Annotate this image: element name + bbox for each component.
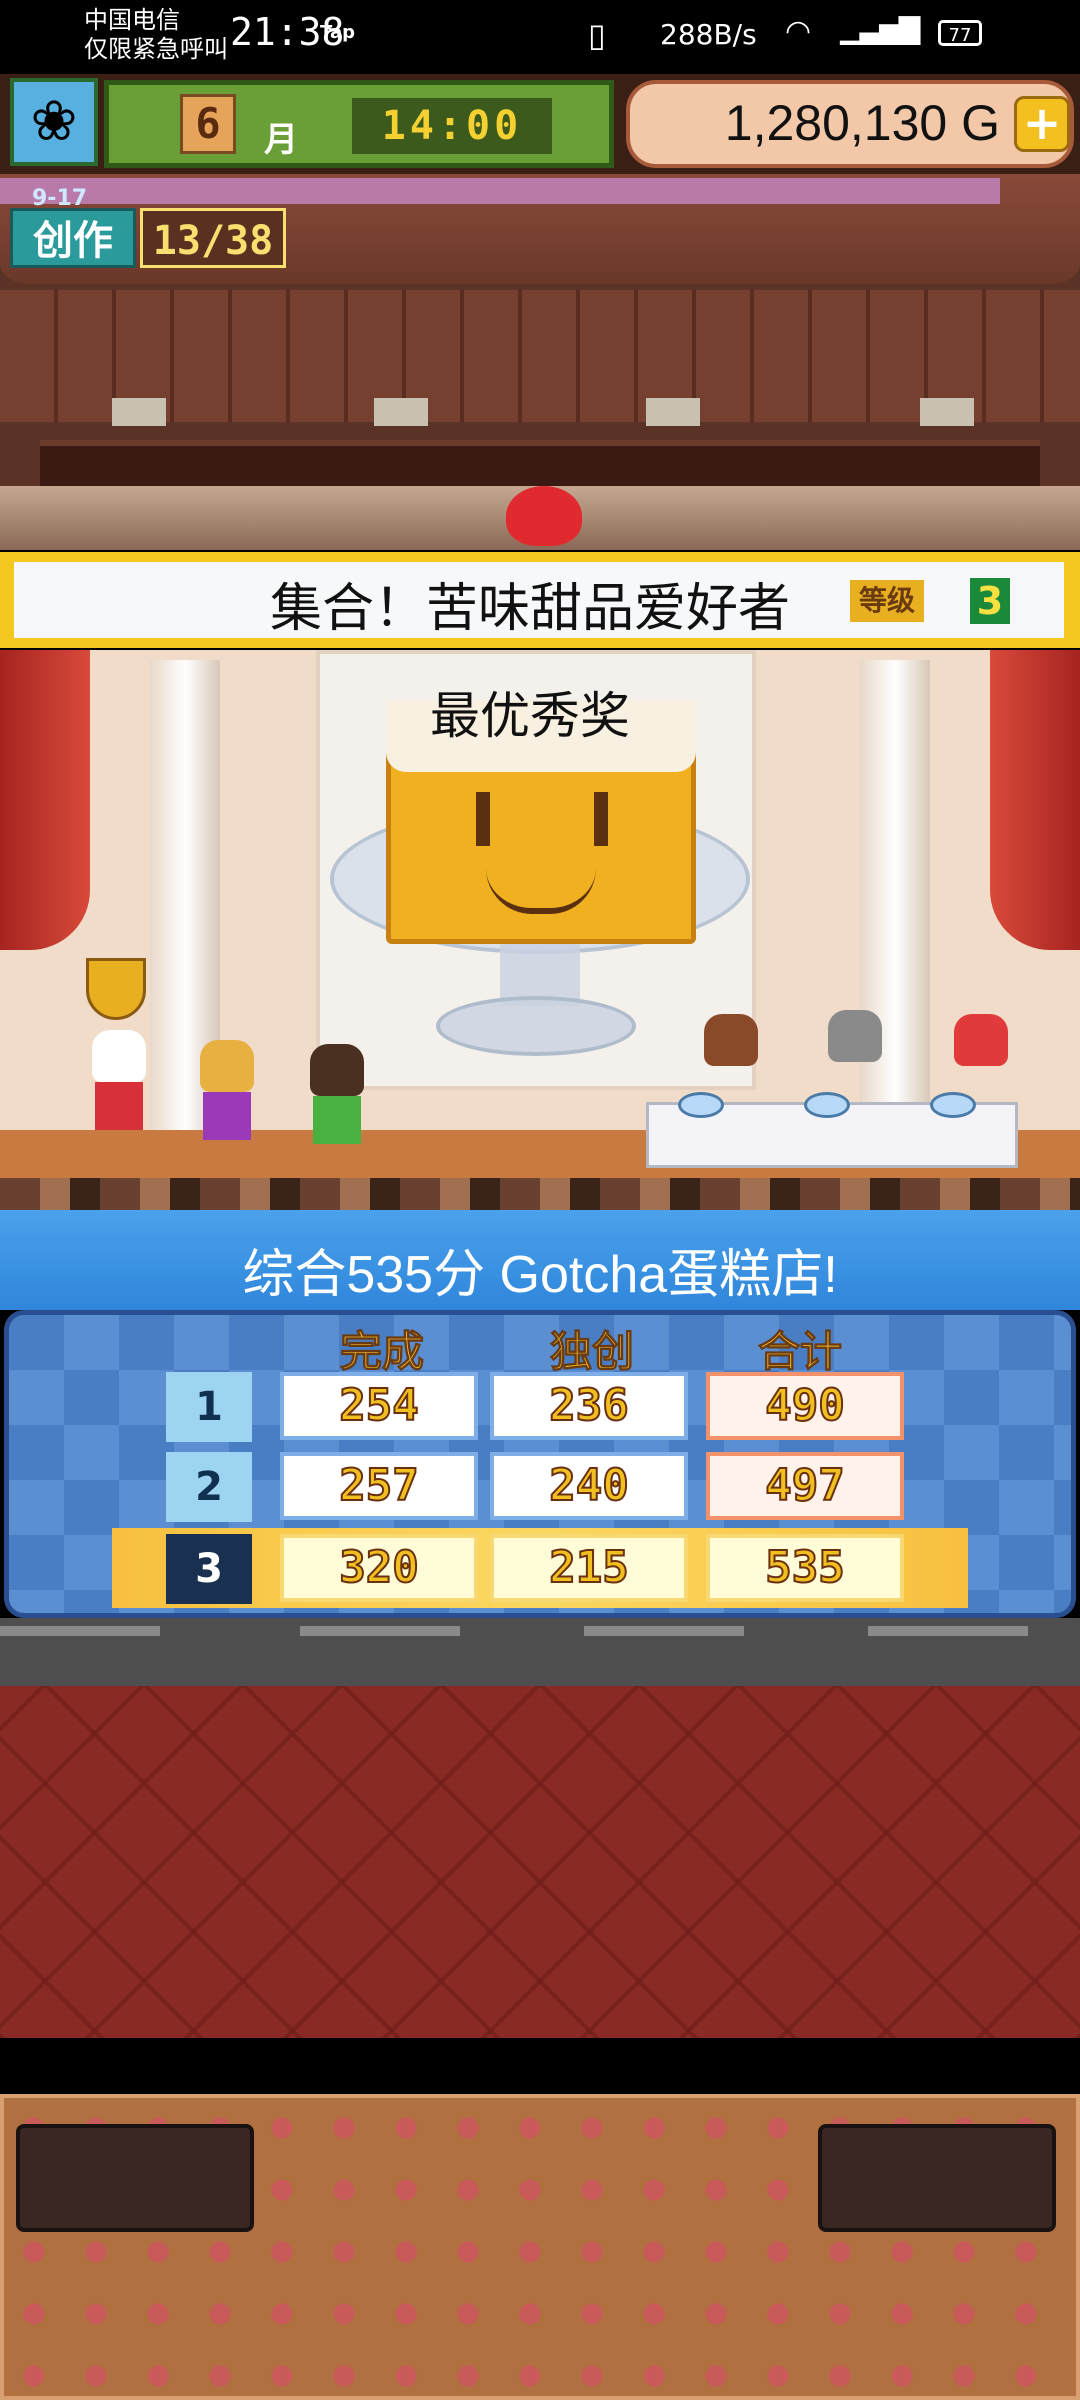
header-total: 合计 (757, 1327, 842, 1377)
carpet-floor (0, 1686, 1080, 2038)
chef-hat (92, 1030, 146, 1082)
judge-character (954, 1014, 1008, 1066)
level-label: 等级 (850, 580, 924, 622)
board-tick (0, 1626, 160, 1636)
score-completion: 320 (280, 1534, 478, 1602)
curtain-right (990, 650, 1080, 950)
tasting-plate (930, 1092, 976, 1118)
battery-icon: 77 (938, 20, 982, 46)
result-summary: 综合535分 Gotcha蛋糕店! (242, 1246, 838, 1304)
rank-number: 1 (166, 1372, 252, 1442)
level-value: 3 (970, 578, 1010, 624)
judge-head (828, 1010, 882, 1062)
staff-head (310, 1044, 364, 1096)
strawberry-decor (506, 486, 582, 546)
signal-icon: ▁▃▅▇ (840, 12, 920, 45)
screen-divider (0, 2038, 1080, 2094)
contest-title: 集合！苦味甜品爱好者 (270, 579, 791, 639)
sunflower-menu-icon[interactable]: ❀ (10, 78, 98, 166)
month-number: 6 (180, 94, 236, 154)
cake-eye (594, 792, 608, 846)
judge-character (704, 1014, 758, 1066)
board-tick (868, 1626, 1028, 1636)
tap-indicator: Tap (320, 22, 355, 43)
cake-eye (476, 792, 490, 846)
wall-light (920, 398, 974, 426)
carrier-line-2: 仅限紧急呼叫 (84, 35, 228, 63)
tasting-plate (678, 1092, 724, 1118)
staff-character (310, 1044, 364, 1144)
create-button[interactable]: 创作 (10, 208, 136, 268)
right-panel-button[interactable] (818, 2124, 1056, 2232)
judge-character (828, 1010, 882, 1062)
judge-head (704, 1014, 758, 1066)
audience-row (0, 1178, 1080, 1210)
score-total: 497 (706, 1452, 904, 1520)
chef-body (95, 1082, 143, 1130)
game-clock: 14:00 (352, 98, 552, 154)
stage-column (860, 660, 930, 1160)
counter-shelf (40, 440, 1040, 492)
rank-number: 2 (166, 1452, 252, 1522)
score-total: 535 (706, 1534, 904, 1602)
judge-head (954, 1014, 1008, 1066)
score-originality: 236 (490, 1372, 688, 1440)
score-originality: 215 (490, 1534, 688, 1602)
score-total: 490 (706, 1372, 904, 1440)
board-tick (584, 1626, 744, 1636)
create-count: 13/38 (140, 208, 286, 268)
curtain-left (0, 650, 90, 950)
wall-light (374, 398, 428, 426)
score-completion: 257 (280, 1452, 478, 1520)
money-value: 1,280,130 G (724, 95, 1000, 151)
add-money-button[interactable]: + (1014, 96, 1070, 152)
network-speed: 288B/s (660, 18, 757, 51)
vibrate-icon: ▯ (588, 16, 606, 54)
status-bar: 中国电信 仅限紧急呼叫 21:38 Tap ▯ 288B/s ◠ ▁▃▅▇ 77 (0, 0, 1080, 74)
carrier-line-1: 中国电信 (84, 6, 180, 34)
board-tick (300, 1626, 460, 1636)
staff-character (200, 1040, 254, 1140)
score-completion: 254 (280, 1372, 478, 1440)
chef-character (92, 1030, 146, 1130)
progress-strip (0, 178, 1000, 204)
rank-number: 3 (166, 1534, 252, 1604)
staff-head (200, 1040, 254, 1092)
award-title: 最优秀奖 (430, 687, 630, 745)
staff-body (203, 1092, 251, 1140)
glass-stand-base (436, 996, 636, 1056)
score-originality: 240 (490, 1452, 688, 1520)
wall-light (112, 398, 166, 426)
tasting-plate (804, 1092, 850, 1118)
staff-body (313, 1096, 361, 1144)
month-label: 月 (264, 120, 298, 160)
wifi-icon: ◠ (785, 14, 812, 49)
left-panel-button[interactable] (16, 2124, 254, 2232)
wall-light (646, 398, 700, 426)
carrier-text: 中国电信 仅限紧急呼叫 (84, 6, 228, 64)
trophy-icon (86, 958, 146, 1020)
